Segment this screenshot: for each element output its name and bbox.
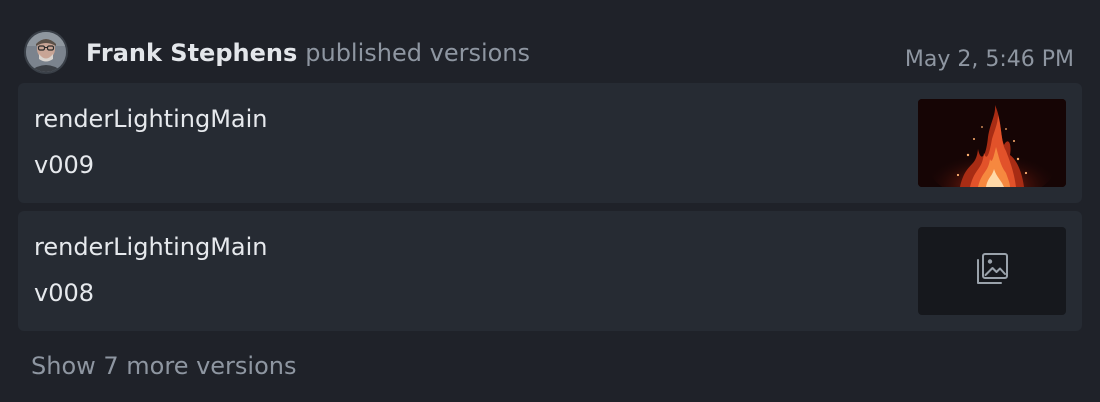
- version-card[interactable]: renderLightingMain v008: [18, 211, 1082, 331]
- image-placeholder-icon: [973, 250, 1011, 292]
- activity-header: Frank Stephens published versions May 2, …: [26, 30, 1074, 76]
- avatar[interactable]: [26, 32, 66, 72]
- user-name[interactable]: Frank Stephens: [86, 39, 297, 67]
- activity-action: published versions: [305, 39, 531, 67]
- version-name: renderLightingMain: [34, 105, 268, 133]
- version-number: v008: [34, 279, 95, 307]
- version-card[interactable]: renderLightingMain v009: [18, 83, 1082, 203]
- show-more-versions-link[interactable]: Show 7 more versions: [31, 350, 297, 382]
- version-name: renderLightingMain: [34, 233, 268, 261]
- activity-timestamp: May 2, 5:46 PM: [904, 47, 1074, 72]
- thumbnail-placeholder[interactable]: [918, 227, 1066, 315]
- activity-summary: Frank Stephens published versions: [86, 38, 530, 68]
- version-number: v009: [34, 151, 95, 179]
- fire-render-thumbnail[interactable]: [918, 99, 1066, 187]
